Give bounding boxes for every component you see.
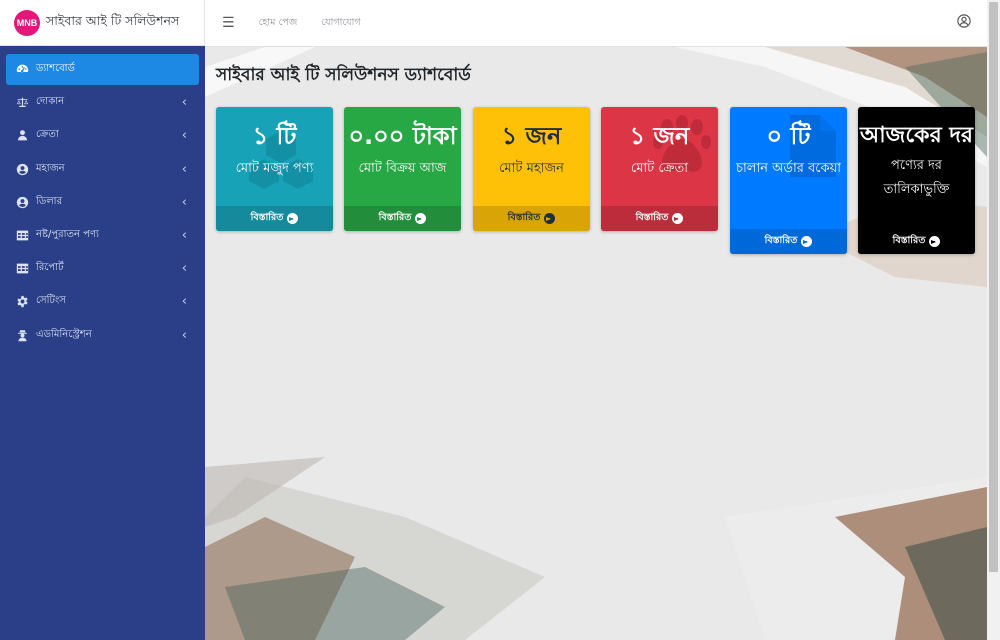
- sidebar-item-settings[interactable]: সেটিংস ‹: [6, 286, 199, 317]
- arrow-circle-right-icon: [672, 213, 684, 224]
- card-pending-invoices: ০ টি চালান অর্ডার বকেয়া বিস্তারিত: [730, 107, 847, 254]
- sidebar-item-label: সেটিংস: [36, 295, 66, 307]
- sidebar-item-damaged-products[interactable]: নষ্ট/পুরাতন পণ্য ‹: [6, 220, 199, 251]
- card-label: মোট বিক্রয় আজ: [358, 160, 447, 176]
- card-label: চালান অর্ডার বকেয়া: [736, 160, 841, 176]
- sidebar-item-dealer[interactable]: ডিলার ‹: [6, 187, 199, 218]
- card-label: মোট মজুদ পণ্য: [235, 160, 314, 176]
- sidebar-item-label: দোকান: [36, 96, 65, 108]
- dashboard-icon: [14, 63, 30, 76]
- chevron-left-icon: ‹: [181, 194, 187, 210]
- card-value: ১ টি: [252, 122, 297, 150]
- card-buyers: ১ জন মোট ক্রেতা বিস্তারিত: [601, 107, 718, 231]
- card-stock-products: ১ টি মোট মজুদ পণ্য বিস্তারিত: [216, 107, 333, 231]
- user-account-icon[interactable]: [957, 13, 971, 28]
- arrow-circle-right-icon: [929, 236, 941, 247]
- table-icon: [14, 262, 30, 275]
- home-link[interactable]: হোম পেজ: [259, 16, 298, 31]
- sidebar-item-buyer[interactable]: ক্রেতা ‹: [6, 120, 199, 151]
- user-circle-icon: [14, 196, 30, 209]
- card-footer-label: বিস্তারিত: [378, 212, 412, 223]
- sidebar-item-shop[interactable]: দোকান ‹: [6, 87, 199, 118]
- scrollbar-thumb[interactable]: [989, 2, 998, 572]
- chevron-left-icon: ‹: [181, 261, 187, 277]
- sidebar-item-label: নষ্ট/পুরাতন পণ্য: [36, 228, 99, 240]
- arrow-circle-right-icon: [287, 213, 299, 224]
- sidebar-item-label: এডমিনিস্ট্রেশন: [36, 328, 92, 340]
- sidebar-item-administration[interactable]: এডমিনিস্ট্রেশন ‹: [6, 320, 199, 351]
- main-content: সাইবার আই টি সলিউশনস ড্যাশবোর্ড ১ টি মোট…: [205, 47, 987, 640]
- sidebar-item-label: ডিলার: [36, 195, 63, 207]
- card-label: মোট ক্রেতা: [630, 160, 689, 176]
- chevron-left-icon: ‹: [181, 227, 187, 243]
- card-more-info-link[interactable]: বিস্তারিত: [858, 229, 975, 254]
- sidebar-nav: ড্যাশবোর্ড দোকান ‹ ক্রেতা ‹ মহাজন ‹ ডিলা…: [0, 46, 205, 351]
- user-secret-icon: [14, 329, 30, 342]
- card-suppliers: ১ জন মোট মহাজন বিস্তারিত: [473, 107, 590, 231]
- balance-scale-icon: [14, 96, 30, 109]
- card-footer-label: বিস্তারিত: [250, 212, 284, 223]
- brand-name: সাইবার আই টি সলিউশনস: [46, 12, 180, 28]
- table-icon: [14, 229, 30, 242]
- card-today-rates: আজকের দর পণ্যের দর তালিকাভুক্তি বিস্তারি…: [858, 107, 975, 254]
- card-more-info-link[interactable]: বিস্তারিত: [473, 206, 590, 231]
- card-value: ০ টি: [766, 122, 811, 150]
- card-more-info-link[interactable]: বিস্তারিত: [730, 229, 847, 254]
- sidebar-item-label: মহাজন: [36, 162, 65, 174]
- card-value: ০.০০ টাকা: [348, 122, 457, 150]
- card-footer-label: বিস্তারিত: [635, 212, 669, 223]
- gear-icon: [14, 295, 30, 308]
- brand-logo: MNB: [14, 9, 40, 36]
- sidebar-item-label: ড্যাশবোর্ড: [36, 63, 75, 74]
- top-navbar: ☰ হোম পেজ যোগাযোগ: [205, 0, 987, 47]
- card-sales-today: ০.০০ টাকা মোট বিক্রয় আজ বিস্তারিত: [344, 107, 461, 231]
- arrow-circle-right-icon: [801, 236, 813, 247]
- card-label: পণ্যের দর তালিকাভুক্তি: [883, 158, 950, 197]
- card-label: মোট মহাজন: [499, 160, 564, 176]
- card-more-info-link[interactable]: বিস্তারিত: [601, 206, 718, 231]
- page-title: সাইবার আই টি সলিউশনস ড্যাশবোর্ড: [216, 65, 471, 85]
- chevron-left-icon: ‹: [181, 327, 187, 343]
- chevron-left-icon: ‹: [181, 161, 187, 177]
- arrow-circle-right-icon: [415, 213, 427, 224]
- card-more-info-link[interactable]: বিস্তারিত: [344, 206, 461, 231]
- card-value: ১ জন: [629, 122, 690, 150]
- menu-toggle-icon[interactable]: ☰: [222, 15, 235, 31]
- sidebar-item-supplier[interactable]: মহাজন ‹: [6, 154, 199, 185]
- user-circle-icon: [14, 163, 30, 176]
- chevron-left-icon: ‹: [181, 128, 187, 144]
- card-footer-label: বিস্তারিত: [507, 212, 541, 223]
- card-value: ১ জন: [501, 122, 562, 150]
- arrow-circle-right-icon: [544, 213, 556, 224]
- sidebar-item-dashboard[interactable]: ড্যাশবোর্ড: [6, 54, 199, 85]
- sidebar: MNB সাইবার আই টি সলিউশনস ড্যাশবোর্ড দোকা…: [0, 0, 205, 640]
- card-footer-label: বিস্তারিত: [892, 235, 926, 246]
- card-value: আজকের দর: [860, 123, 973, 148]
- card-more-info-link[interactable]: বিস্তারিত: [216, 206, 333, 231]
- chevron-left-icon: ‹: [181, 95, 187, 111]
- brand-link[interactable]: MNB সাইবার আই টি সলিউশনস: [0, 0, 205, 46]
- user-icon: [14, 129, 30, 142]
- chevron-left-icon: ‹: [181, 294, 187, 310]
- sidebar-item-label: ক্রেতা: [36, 129, 59, 141]
- page-scrollbar[interactable]: [987, 0, 1000, 640]
- sidebar-item-label: রিপোর্ট: [36, 262, 64, 274]
- contact-link[interactable]: যোগাযোগ: [321, 16, 360, 31]
- card-footer-label: বিস্তারিত: [764, 235, 798, 246]
- sidebar-item-report[interactable]: রিপোর্ট ‹: [6, 253, 199, 284]
